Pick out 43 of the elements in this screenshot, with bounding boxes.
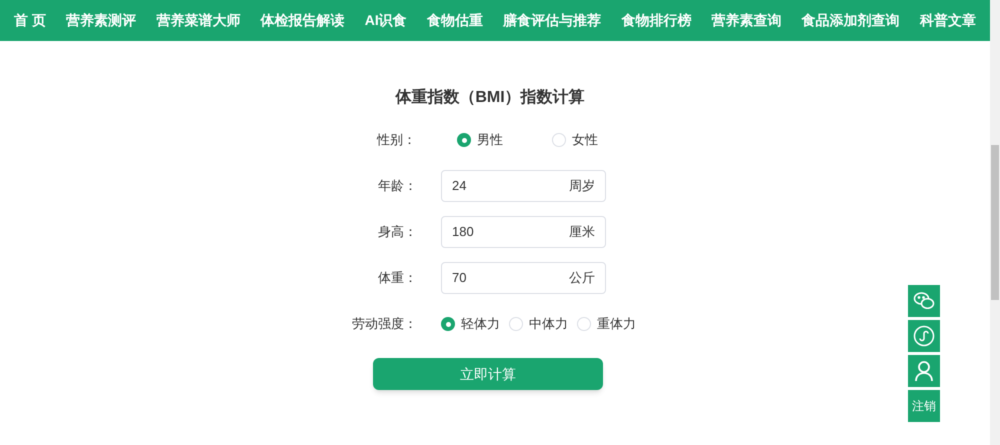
radio-button[interactable] <box>441 317 455 331</box>
nav-link[interactable]: 首 页 <box>14 10 46 31</box>
link-icon <box>913 325 935 347</box>
radio-label[interactable]: 男性 <box>477 130 503 150</box>
radio-button[interactable] <box>509 317 523 331</box>
radio-label[interactable]: 重体力 <box>597 314 636 334</box>
nav-link[interactable]: 膳食评估与推荐 <box>503 10 602 31</box>
chat-button[interactable] <box>908 285 940 317</box>
unit-label: 厘米 <box>569 223 595 242</box>
link-button[interactable] <box>908 320 940 352</box>
chat-icon <box>913 291 935 311</box>
field-label: 劳动强度： <box>351 315 417 334</box>
nav-link[interactable]: 体检报告解读 <box>260 10 344 31</box>
unit-label: 公斤 <box>569 269 595 288</box>
nav-link[interactable]: 科普文章 <box>920 10 976 31</box>
radio-label[interactable]: 中体力 <box>529 314 568 334</box>
unit-label: 周岁 <box>569 177 595 196</box>
user-icon <box>914 360 934 382</box>
nav-link[interactable]: 食物估重 <box>426 10 483 31</box>
radio-label[interactable]: 轻体力 <box>461 314 500 334</box>
nav-link[interactable]: 营养素查询 <box>712 10 782 31</box>
scrollbar[interactable] <box>990 0 1000 445</box>
radio-button[interactable] <box>577 317 591 331</box>
logout-button[interactable]: 注销 <box>908 390 940 422</box>
nav-link[interactable]: 食物排行榜 <box>621 10 692 31</box>
form-title: 体重指数（BMI）指数计算 <box>395 87 585 108</box>
nav-link[interactable]: AI识食 <box>364 10 407 31</box>
field-label: 性别： <box>376 131 416 150</box>
nav-link[interactable]: 营养素测评 <box>66 10 136 31</box>
field-label: 体重： <box>377 269 417 288</box>
radio-button[interactable] <box>552 133 566 147</box>
field-label: 年龄： <box>377 177 417 196</box>
field-label: 身高： <box>377 223 417 242</box>
radio-button[interactable] <box>457 133 471 147</box>
scrollbar-thumb[interactable] <box>991 145 999 300</box>
input-field[interactable]: 24 周岁 <box>441 170 606 202</box>
nav-link[interactable]: 食品添加剂查询 <box>802 10 900 31</box>
nav-link[interactable]: 营养菜谱大师 <box>156 10 240 31</box>
calculate-button[interactable]: 立即计算 <box>373 358 603 390</box>
input-field[interactable]: 180 厘米 <box>441 216 606 248</box>
input-field[interactable]: 70 公斤 <box>441 262 606 294</box>
user-button[interactable] <box>908 355 940 387</box>
radio-label[interactable]: 女性 <box>572 130 598 150</box>
